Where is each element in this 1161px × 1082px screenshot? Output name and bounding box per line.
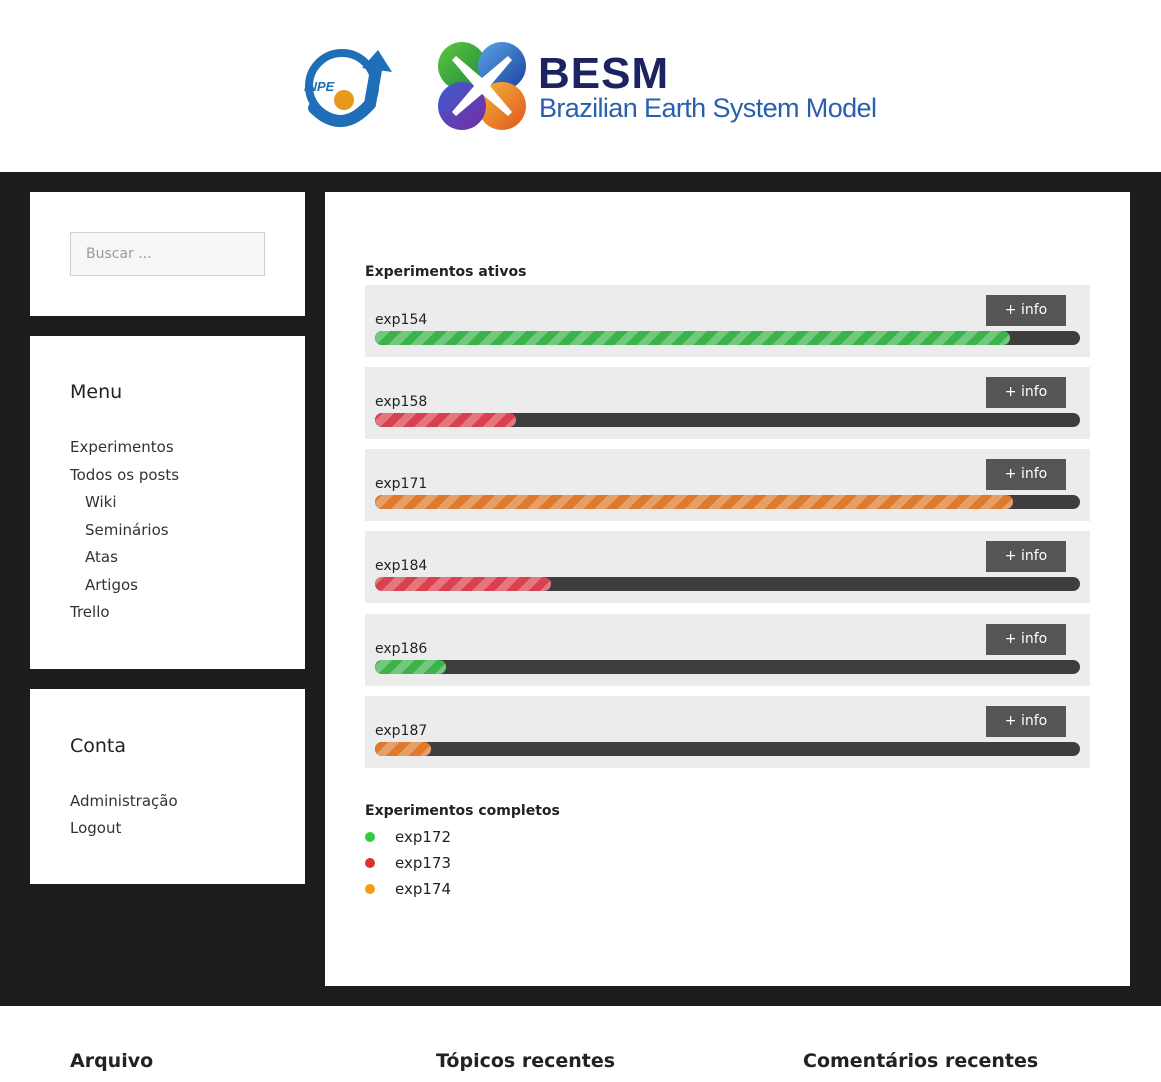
completed-experiment-link[interactable]: exp173 <box>395 854 451 872</box>
menu-item-trello[interactable]: Trello <box>70 602 179 630</box>
active-experiments-title: Experimentos ativos <box>365 264 527 280</box>
experiment-row: exp158 + info <box>365 367 1090 439</box>
progress-bar <box>375 660 1080 674</box>
account-item-logout[interactable]: Logout <box>70 818 178 845</box>
progress-bar <box>375 577 1080 591</box>
experiment-row: exp187 + info <box>365 696 1090 768</box>
brand-title: BESM <box>538 49 670 98</box>
main-content: Experimentos ativos exp154 + info exp158… <box>325 192 1130 986</box>
completed-experiments-title: Experimentos completos <box>365 803 560 819</box>
menu-item-wiki[interactable]: Wiki <box>70 492 179 520</box>
experiment-name: exp158 <box>375 394 428 410</box>
progress-fill <box>375 660 446 674</box>
account-title: Conta <box>70 735 127 757</box>
progress-bar <box>375 742 1080 756</box>
menu-item-artigos[interactable]: Artigos <box>70 575 179 603</box>
menu-item-atas[interactable]: Atas <box>70 547 179 575</box>
menu-widget: Menu Experimentos Todos os posts Wiki Se… <box>30 336 305 669</box>
completed-experiment-link[interactable]: exp172 <box>395 828 451 846</box>
more-info-button[interactable]: + info <box>986 706 1066 737</box>
progress-bar <box>375 331 1080 345</box>
footer-recent-comments-title: Comentários recentes <box>803 1050 1039 1072</box>
experiment-name: exp186 <box>375 641 428 657</box>
progress-bar <box>375 413 1080 427</box>
experiment-row: exp184 + info <box>365 531 1090 603</box>
experiment-row: exp171 + info <box>365 449 1090 521</box>
progress-fill <box>375 742 432 756</box>
search-input[interactable] <box>70 232 265 276</box>
more-info-button[interactable]: + info <box>986 459 1066 490</box>
besm-logo-icon[interactable] <box>434 38 530 134</box>
footer-recent-topics-title: Tópicos recentes <box>436 1050 616 1072</box>
experiment-row: exp186 + info <box>365 614 1090 686</box>
status-dot-icon <box>365 858 375 868</box>
progress-fill <box>375 495 1014 509</box>
more-info-button[interactable]: + info <box>986 295 1066 326</box>
site-header: INPE BESM Brazilian Earth System Model <box>0 0 1161 172</box>
account-widget: Conta Administração Logout <box>30 689 305 884</box>
experiment-name: exp171 <box>375 476 428 492</box>
progress-fill <box>375 413 516 427</box>
menu-item-experimentos[interactable]: Experimentos <box>70 437 179 465</box>
menu-item-seminarios[interactable]: Seminários <box>70 520 179 548</box>
account-item-administracao[interactable]: Administração <box>70 791 178 818</box>
experiment-row: exp154 + info <box>365 285 1090 357</box>
brand-subtitle: Brazilian Earth System Model <box>539 93 877 123</box>
search-widget <box>30 192 305 316</box>
footer-archive-title: Arquivo <box>70 1050 154 1072</box>
experiment-name: exp154 <box>375 312 428 328</box>
experiment-name: exp187 <box>375 723 428 739</box>
more-info-button[interactable]: + info <box>986 541 1066 572</box>
more-info-button[interactable]: + info <box>986 624 1066 655</box>
status-dot-icon <box>365 884 375 894</box>
completed-experiment-link[interactable]: exp174 <box>395 880 451 898</box>
menu-list: Experimentos Todos os posts Wiki Seminár… <box>70 437 179 630</box>
status-dot-icon <box>365 832 375 842</box>
experiment-name: exp184 <box>375 558 428 574</box>
progress-fill <box>375 331 1010 345</box>
menu-title: Menu <box>70 381 123 403</box>
svg-text:INPE: INPE <box>304 79 335 94</box>
inpe-logo[interactable]: INPE <box>294 44 398 130</box>
account-list: Administração Logout <box>70 791 178 845</box>
more-info-button[interactable]: + info <box>986 377 1066 408</box>
progress-bar <box>375 495 1080 509</box>
progress-fill <box>375 577 552 591</box>
menu-item-todos-os-posts[interactable]: Todos os posts <box>70 465 179 493</box>
